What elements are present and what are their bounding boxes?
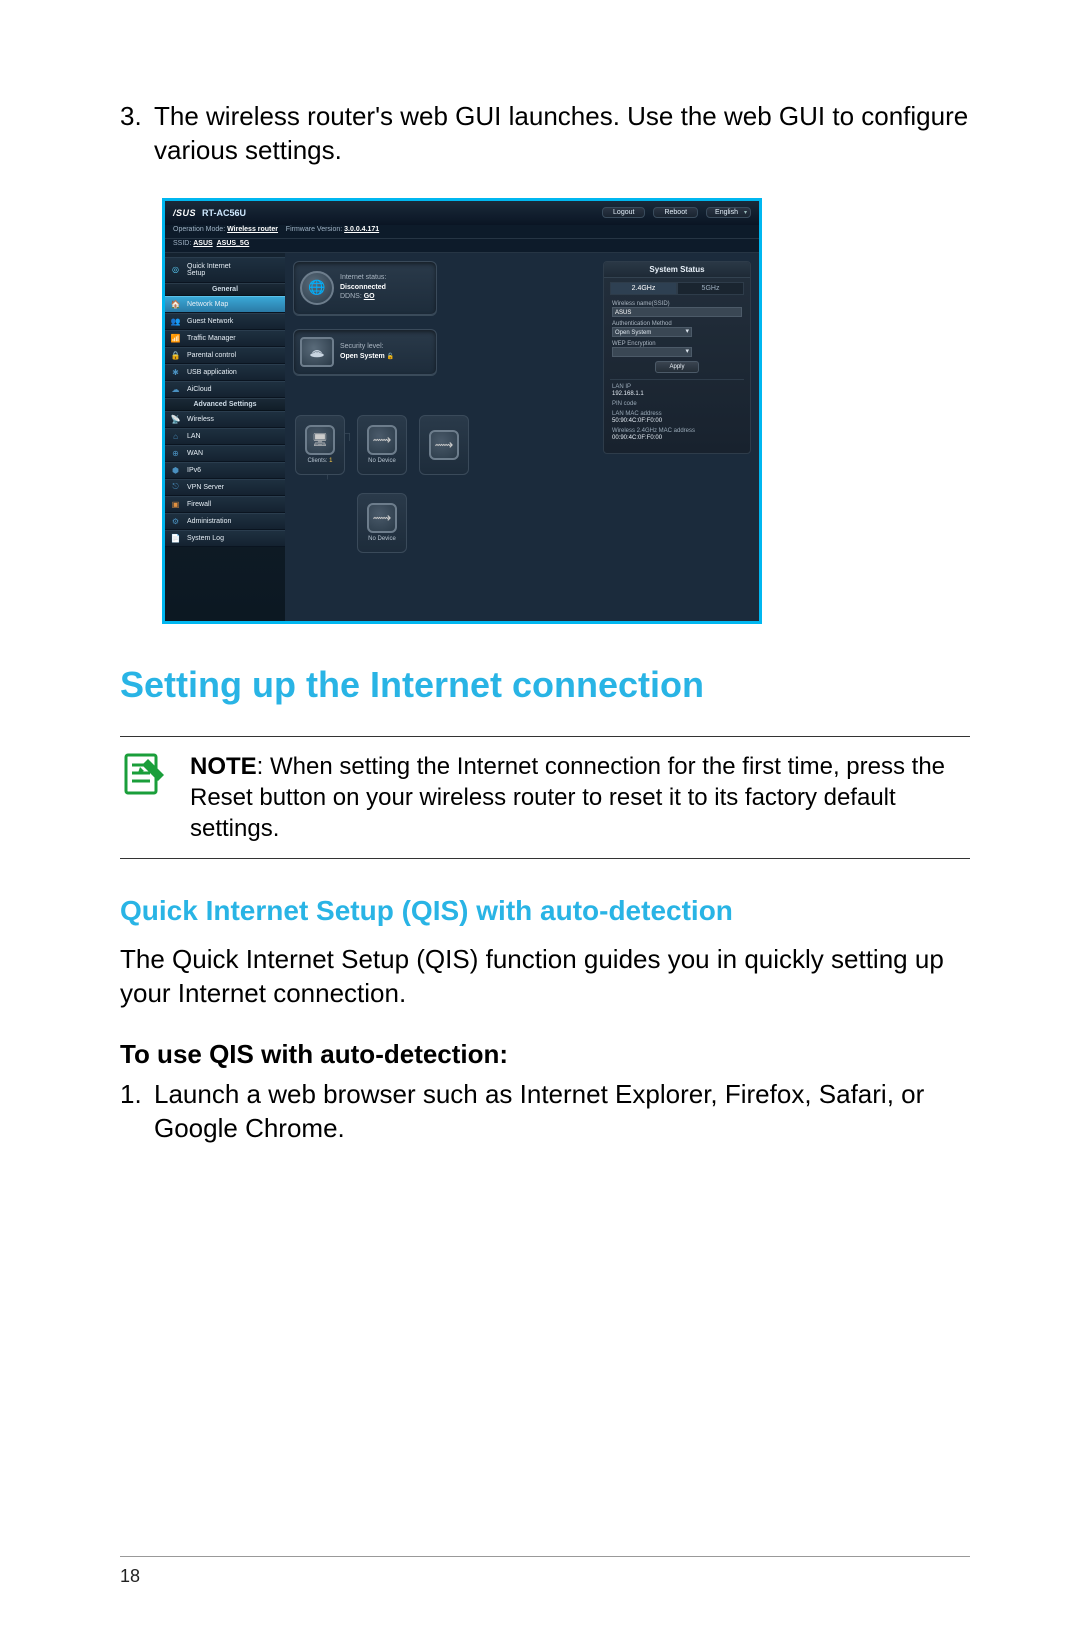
sidebar-item-wan[interactable]: ⊕WAN	[165, 445, 285, 462]
status-panel-title: System Status	[604, 262, 750, 278]
wireless-icon: 📡	[170, 414, 181, 425]
usb-port-icon: ⟿	[429, 430, 459, 460]
qis-description: The Quick Internet Setup (QIS) function …	[120, 943, 970, 1011]
security-level-card[interactable]: Security level: Open System 🔓	[293, 329, 437, 375]
globe-icon: 🌐	[300, 271, 334, 305]
heading-qis: Quick Internet Setup (QIS) with auto-det…	[120, 895, 970, 927]
ssid-input[interactable]: ASUS	[612, 307, 742, 317]
guest-icon: 👥	[170, 316, 181, 327]
qis-steps: 1. Launch a web browser such as Internet…	[120, 1078, 970, 1146]
usb-icon: ✱	[170, 367, 181, 378]
sidebar-item-wireless[interactable]: 📡Wireless	[165, 411, 285, 428]
router-model: RT-AC56U	[202, 208, 246, 218]
sidebar-item-traffic-manager[interactable]: 📶Traffic Manager	[165, 330, 285, 347]
tab-5ghz[interactable]: 5GHz	[677, 282, 744, 295]
vpn-icon: ⎋	[170, 482, 181, 493]
sidebar-item-qis[interactable]: ◎ Quick InternetSetup	[165, 257, 285, 283]
router-ssidbar: SSID: ASUS ASUS_5G	[165, 239, 759, 253]
sidebar-item-parental-control[interactable]: 🔒Parental control	[165, 347, 285, 364]
clients-card[interactable]: 🖥 Clients: 1	[295, 415, 345, 475]
sidebar-item-network-map[interactable]: 🏠Network Map	[165, 296, 285, 313]
sidebar-header-advanced: Advanced Settings	[165, 398, 285, 411]
footer-rule	[120, 1556, 970, 1557]
qis-step-1-text: Launch a web browser such as Internet Ex…	[154, 1078, 970, 1146]
heading-setting-up: Setting up the Internet connection	[120, 664, 970, 706]
auth-select[interactable]: Open System	[612, 327, 692, 337]
network-diagram: 🖥 Clients: 1 ⟿ No Device ⟿ ⟿	[293, 385, 437, 545]
qis-icon: ◎	[170, 264, 181, 275]
usb-port-1-card[interactable]: ⟿ No Device	[357, 415, 407, 475]
lan-icon: ⌂	[170, 431, 181, 442]
reboot-button[interactable]: Reboot	[653, 207, 698, 218]
sidebar-item-guest-network[interactable]: 👥Guest Network	[165, 313, 285, 330]
tab-24ghz[interactable]: 2.4GHz	[610, 282, 677, 295]
sidebar-item-firewall[interactable]: ▣Firewall	[165, 496, 285, 513]
sidebar-item-vpn-server[interactable]: ⎋VPN Server	[165, 479, 285, 496]
step-3-text: The wireless router's web GUI launches. …	[154, 100, 970, 168]
unlock-icon: 🔓	[387, 354, 394, 360]
router-main-area: 🌐 Internet status: Disconnected DDNS: GO	[285, 253, 759, 621]
wan-icon: ⊕	[170, 448, 181, 459]
router-topbar: /SUS RT-AC56U Logout Reboot English	[165, 201, 759, 225]
system-status-panel: System Status 2.4GHz 5GHz Wireless name(…	[603, 261, 751, 454]
firewall-icon: ▣	[170, 499, 181, 510]
admin-icon: ⚙	[170, 516, 181, 527]
sidebar-item-system-log[interactable]: 📄System Log	[165, 530, 285, 547]
monitor-icon: 🖥	[305, 425, 335, 455]
sidebar-item-usb-application[interactable]: ✱USB application	[165, 364, 285, 381]
internet-status-card[interactable]: 🌐 Internet status: Disconnected DDNS: GO	[293, 261, 437, 315]
lock-icon: 🔒	[170, 350, 181, 361]
sidebar-item-aicloud[interactable]: ☁AiCloud	[165, 381, 285, 398]
sidebar-item-lan[interactable]: ⌂LAN	[165, 428, 285, 445]
usb-port-icon: ⟿	[367, 425, 397, 455]
step-3: 3. The wireless router's web GUI launche…	[120, 100, 970, 168]
router-sidebar: ◎ Quick InternetSetup General 🏠Network M…	[165, 253, 285, 621]
sidebar-item-administration[interactable]: ⚙Administration	[165, 513, 285, 530]
usb-port-2-card[interactable]: ⟿	[419, 415, 469, 475]
sidebar-header-general: General	[165, 283, 285, 296]
router-gui-screenshot: /SUS RT-AC56U Logout Reboot English Oper…	[162, 198, 762, 624]
sidebar-item-ipv6[interactable]: ⬢IPv6	[165, 462, 285, 479]
wep-select[interactable]	[612, 347, 692, 357]
logout-button[interactable]: Logout	[602, 207, 645, 218]
language-select[interactable]: English	[706, 207, 751, 218]
syslog-icon: 📄	[170, 533, 181, 544]
note-section: NOTE: When setting the Internet connecti…	[120, 736, 970, 860]
asus-logo: /SUS	[173, 208, 196, 218]
apply-button[interactable]: Apply	[655, 361, 699, 373]
usb-port-3-card[interactable]: ⟿ No Device	[357, 493, 407, 553]
page-number: 18	[120, 1566, 140, 1587]
step-3-number: 3.	[120, 100, 154, 168]
cloud-icon: ☁	[170, 384, 181, 395]
heading-to-use-qis: To use QIS with auto-detection:	[120, 1039, 970, 1070]
usb-port-icon: ⟿	[367, 503, 397, 533]
ipv6-icon: ⬢	[170, 465, 181, 476]
note-icon	[120, 751, 170, 804]
traffic-icon: 📶	[170, 333, 181, 344]
router-icon	[300, 337, 334, 367]
qis-step-1-number: 1.	[120, 1078, 154, 1146]
note-text: NOTE: When setting the Internet connecti…	[190, 751, 970, 845]
router-infobar: Operation Mode: Wireless router Firmware…	[165, 225, 759, 239]
network-map-icon: 🏠	[170, 299, 181, 310]
